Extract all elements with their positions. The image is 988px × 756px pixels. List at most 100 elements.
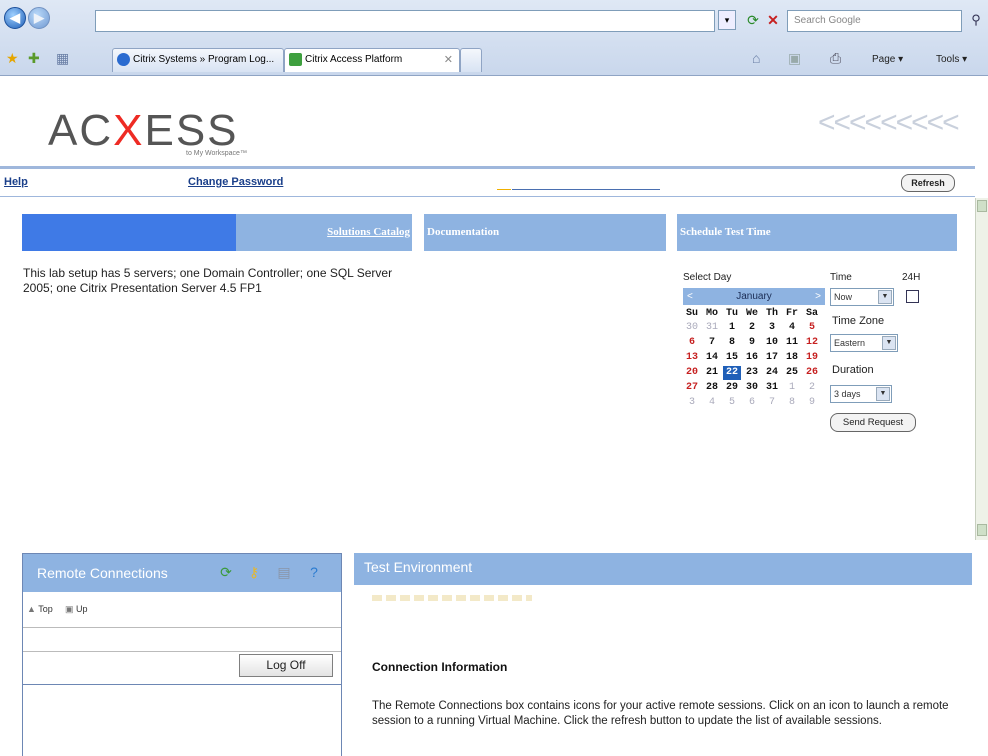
calendar-day[interactable]: 4 (703, 396, 721, 410)
calendar-day[interactable]: 19 (803, 351, 821, 365)
refresh-button[interactable]: Refresh (901, 174, 955, 192)
calendar-day[interactable]: 9 (803, 396, 821, 410)
prev-month-icon[interactable]: < (687, 288, 693, 305)
home-icon[interactable]: ⌂ (752, 50, 760, 66)
solutions-catalog-header: Solutions Catalog (22, 214, 412, 251)
solutions-catalog-link[interactable]: Solutions Catalog (327, 214, 410, 251)
close-tab-icon[interactable]: ✕ (444, 49, 453, 71)
calendar-day[interactable]: 5 (723, 396, 741, 410)
change-password-link[interactable]: Change Password (188, 176, 283, 188)
24h-checkbox[interactable] (906, 290, 919, 303)
time-select[interactable]: Now ▼ (830, 288, 894, 306)
add-favorite-icon[interactable]: ✚ (28, 50, 40, 67)
print-icon[interactable]: ⎙ (830, 50, 841, 67)
help-link[interactable]: Help (4, 176, 28, 188)
calendar-day[interactable]: 17 (763, 351, 781, 365)
calendar-day[interactable]: 23 (743, 366, 761, 380)
calendar-week: 6 7 8 9 10 11 12 (683, 336, 825, 350)
log-off-button[interactable]: Log Off (239, 654, 333, 677)
top-links-bar: Help Change Password Refresh (0, 170, 975, 194)
tools-menu[interactable]: Tools ▾ (936, 54, 967, 65)
key-icon[interactable]: ⚷ (245, 563, 263, 581)
calendar-day[interactable]: 15 (723, 351, 741, 365)
documentation-header[interactable]: Documentation (424, 214, 666, 251)
address-dropdown-icon[interactable]: ▾ (718, 10, 736, 30)
address-bar[interactable] (95, 10, 715, 32)
favorites-star-icon[interactable]: ★ (6, 50, 19, 67)
calendar-day[interactable]: 2 (803, 381, 821, 395)
calendar-day[interactable]: 25 (783, 366, 801, 380)
page-menu[interactable]: Page ▾ (872, 54, 903, 65)
calendar-day[interactable]: 1 (783, 381, 801, 395)
feeds-icon[interactable]: ▣ (788, 50, 801, 67)
calendar-day[interactable]: 9 (743, 336, 761, 350)
weekday-label: Mo (705, 308, 718, 319)
back-icon[interactable]: ◀ (4, 7, 26, 29)
help-icon[interactable]: ? (305, 563, 323, 581)
calendar-day[interactable]: 28 (703, 381, 721, 395)
calendar-day[interactable]: 30 (683, 321, 701, 335)
calendar-day[interactable]: 31 (703, 321, 721, 335)
calendar-day[interactable]: 31 (763, 381, 781, 395)
calendar-day[interactable]: 12 (803, 336, 821, 350)
calendar-day[interactable]: 7 (703, 336, 721, 350)
calendar-day[interactable]: 6 (743, 396, 761, 410)
calendar-day[interactable]: 2 (743, 321, 761, 335)
calendar-day[interactable]: 7 (763, 396, 781, 410)
weekday-label: We (745, 308, 758, 319)
calendar-day[interactable]: 14 (703, 351, 721, 365)
calendar-day[interactable]: 8 (723, 336, 741, 350)
time-zone-select[interactable]: Eastern ▼ (830, 334, 898, 352)
globe-icon (117, 53, 130, 66)
calendar-day[interactable]: 5 (803, 321, 821, 335)
quick-tabs-icon[interactable]: ▦ (56, 50, 69, 67)
up-nav-item[interactable]: ▣ Up (65, 604, 88, 615)
calendar-day[interactable]: 6 (683, 336, 701, 350)
remote-connections-title: Remote Connections (37, 565, 168, 581)
calendar-day[interactable]: 13 (683, 351, 701, 365)
calendar-day[interactable]: 24 (763, 366, 781, 380)
session-list (23, 628, 341, 652)
calendar-day[interactable]: 4 (783, 321, 801, 335)
calendar-month: January (736, 291, 772, 302)
stop-icon[interactable]: ✕ (764, 10, 782, 30)
refresh-page-icon[interactable]: ⟳ (744, 10, 762, 30)
calendar-day[interactable]: 8 (783, 396, 801, 410)
tab-citrix-program-log[interactable]: Citrix Systems » Program Log... (112, 48, 284, 72)
search-input[interactable]: Search Google (787, 10, 962, 32)
refresh-sessions-icon[interactable]: ⟳ (217, 563, 235, 581)
calendar-day[interactable]: 18 (783, 351, 801, 365)
browser-chrome: ◀ ▶ ▾ ⟳ ✕ Search Google ⚲ ★ ✚ ▦ Citrix S… (0, 0, 988, 76)
top-nav-item[interactable]: ▲ Top (27, 604, 53, 614)
calendar-day[interactable]: 3 (683, 396, 701, 410)
scroll-down-arrow[interactable] (977, 524, 987, 536)
server-icon[interactable]: ▤ (275, 563, 293, 581)
frame-scrollbar[interactable] (975, 198, 988, 540)
send-request-button[interactable]: Send Request (830, 413, 916, 432)
schedule-test-time-header: Schedule Test Time (677, 214, 957, 251)
calendar-day[interactable]: 16 (743, 351, 761, 365)
test-environment-header: Test Environment (354, 553, 972, 585)
tab-citrix-access-platform[interactable]: Citrix Access Platform ✕ (284, 48, 460, 72)
tab-label: Citrix Systems » Program Log... (133, 54, 275, 65)
calendar-day[interactable]: 20 (683, 366, 701, 380)
calendar-day[interactable]: 22 (723, 366, 741, 380)
calendar-day[interactable]: 3 (763, 321, 781, 335)
new-tab[interactable] (460, 48, 482, 72)
calendar-day[interactable]: 21 (703, 366, 721, 380)
forward-icon[interactable]: ▶ (28, 7, 50, 29)
time-zone-value: Eastern (834, 338, 866, 348)
scroll-up-arrow[interactable] (977, 200, 987, 212)
calendar-day[interactable]: 26 (803, 366, 821, 380)
calendar-day[interactable]: 30 (743, 381, 761, 395)
calendar-day[interactable]: 29 (723, 381, 741, 395)
connection-information-title: Connection Information (372, 660, 508, 674)
calendar-day[interactable]: 27 (683, 381, 701, 395)
search-icon[interactable]: ⚲ (966, 10, 986, 32)
next-month-icon[interactable]: > (815, 288, 821, 305)
calendar-day[interactable]: 1 (723, 321, 741, 335)
calendar-day[interactable]: 10 (763, 336, 781, 350)
duration-select[interactable]: 3 days ▼ (830, 385, 892, 403)
calendar-day[interactable]: 11 (783, 336, 801, 350)
connection-information-text: The Remote Connections box contains icon… (372, 700, 949, 727)
